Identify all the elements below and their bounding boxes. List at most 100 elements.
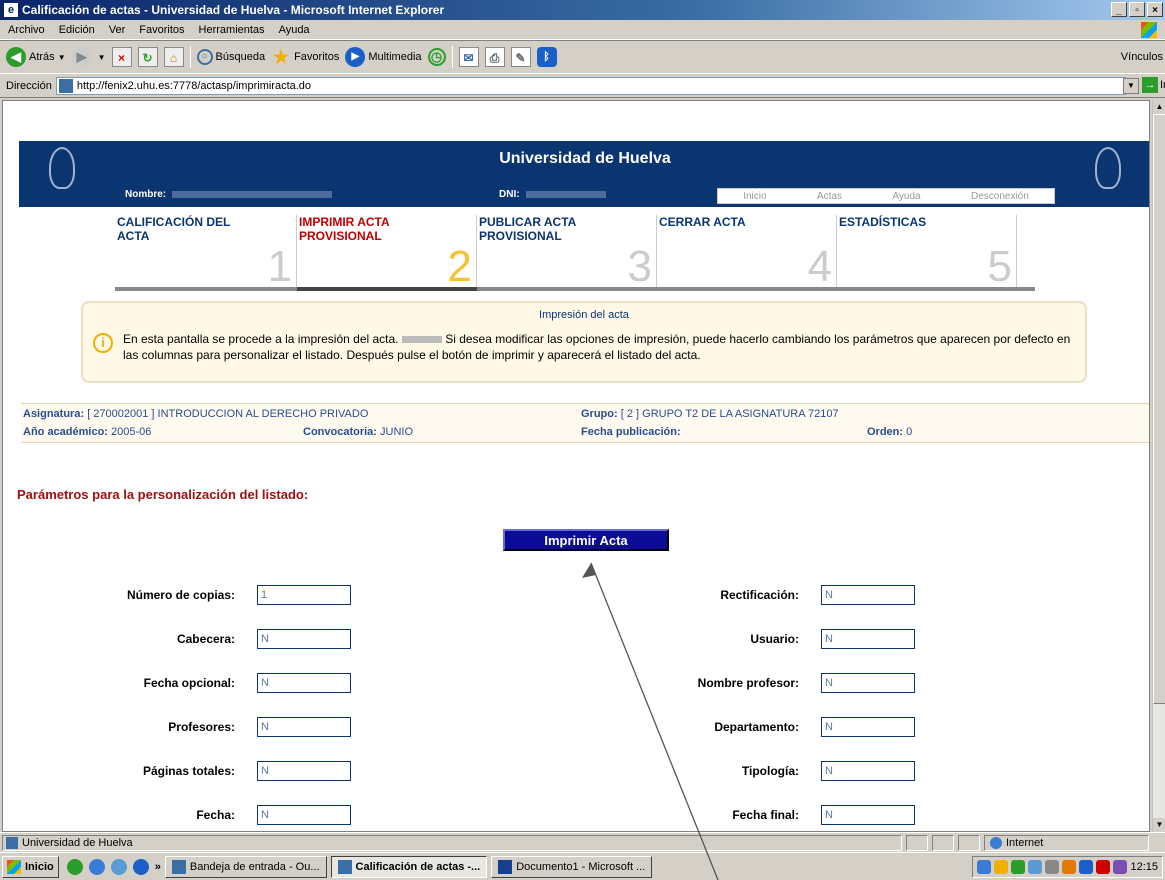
page-icon — [58, 78, 73, 93]
nav-desconexion[interactable]: Desconexión — [971, 191, 1029, 202]
multimedia-button[interactable]: ▶ Multimedia — [345, 47, 422, 67]
nav-actas[interactable]: Actas — [817, 191, 842, 202]
scroll-up-icon[interactable]: ▲ — [1153, 100, 1165, 114]
menu-herramientas[interactable]: Herramientas — [199, 24, 265, 36]
fecha-input[interactable] — [257, 805, 351, 825]
tray-icon[interactable] — [1113, 860, 1128, 874]
quicklaunch-icon[interactable] — [110, 858, 127, 875]
menu-ayuda[interactable]: Ayuda — [279, 24, 310, 36]
status-pane — [958, 835, 980, 851]
back-button[interactable]: ◀ Atrás ▼ — [6, 47, 66, 67]
vertical-scrollbar[interactable]: ▲ ▼ — [1152, 100, 1165, 832]
site-header: Universidad de Huelva Nombre: DNI: Inici… — [19, 141, 1149, 207]
print-acta-button[interactable]: Imprimir Acta — [503, 529, 669, 551]
minimize-button[interactable]: _ — [1111, 2, 1127, 17]
user-dni: DNI: — [499, 189, 606, 200]
numero-copias-input[interactable] — [257, 585, 351, 605]
menu-edicion[interactable]: Edición — [59, 24, 95, 36]
params-form-right: Rectificación: Usuario: Nombre profesor:… — [599, 585, 1099, 825]
forward-button[interactable]: ▶ — [71, 47, 92, 67]
tray-icon[interactable] — [1096, 860, 1111, 874]
step-label: ESTADÍSTICAS — [839, 215, 927, 229]
browser-toolbar: ◀ Atrás ▼ ▶ ▼ × ↻ ⌂ ○ Búsqueda ★ Favorit… — [0, 40, 1165, 74]
fecha-opcional-input[interactable] — [257, 673, 351, 693]
profesores-input[interactable] — [257, 717, 351, 737]
tray-icon[interactable] — [1011, 860, 1026, 874]
step-imprimir[interactable]: IMPRIMIR ACTA PROVISIONAL 2 — [297, 215, 477, 289]
quicklaunch-icon[interactable] — [88, 858, 105, 875]
step-publicar[interactable]: PUBLICAR ACTA PROVISIONAL 3 — [477, 215, 657, 289]
university-title: Universidad de Huelva — [499, 150, 671, 167]
refresh-button[interactable]: ↻ — [137, 47, 158, 67]
tipologia-input[interactable] — [821, 761, 915, 781]
nav-inicio[interactable]: Inicio — [743, 191, 766, 202]
multimedia-icon: ▶ — [345, 47, 366, 67]
departamento-input[interactable] — [821, 717, 915, 737]
step-number: 2 — [447, 242, 472, 291]
search-label: Búsqueda — [215, 51, 266, 63]
form-label: Páginas totales: — [142, 764, 235, 778]
address-input[interactable]: http://fenix2.uhu.es:7778/actasp/imprimi… — [55, 76, 1126, 95]
paginas-totales-input[interactable] — [257, 761, 351, 781]
menu-ver[interactable]: Ver — [109, 24, 126, 36]
step-cerrar[interactable]: CERRAR ACTA 4 — [657, 215, 837, 289]
cabecera-input[interactable] — [257, 629, 351, 649]
tray-icon[interactable] — [1045, 860, 1060, 874]
nombre-profesor-input[interactable] — [821, 673, 915, 693]
page-content: Universidad de Huelva Nombre: DNI: Inici… — [2, 100, 1150, 832]
scroll-thumb[interactable] — [1153, 114, 1165, 704]
bluetooth-icon[interactable]: ᛒ — [536, 47, 557, 67]
favorites-button[interactable]: ★ Favoritos — [271, 47, 339, 67]
maximize-button[interactable]: ▫ — [1129, 2, 1145, 17]
clock: 12:15 — [1130, 861, 1158, 873]
menu-favoritos[interactable]: Favoritos — [139, 24, 184, 36]
task-word[interactable]: Documento1 - Microsoft ... — [491, 855, 653, 878]
convocatoria-field: Convocatoria: JUNIO — [303, 426, 414, 438]
toolbar-separator — [189, 46, 191, 68]
forward-dropdown-icon[interactable]: ▼ — [98, 53, 106, 62]
ie-icon[interactable] — [132, 858, 149, 875]
chevron-icon[interactable]: » — [155, 861, 161, 873]
links-label[interactable]: Vínculos — [1121, 51, 1163, 63]
status-text: Universidad de Huelva — [6, 836, 133, 849]
tray-icon[interactable] — [1079, 860, 1094, 874]
page-icon — [6, 836, 18, 849]
go-button[interactable]: → Ir — [1142, 77, 1165, 93]
form-label: Nombre profesor: — [697, 676, 799, 690]
window-titlebar: e Calificación de actas - Universidad de… — [0, 0, 1165, 20]
ie-icon — [337, 859, 352, 874]
menu-archivo[interactable]: Archivo — [8, 24, 45, 36]
usuario-input[interactable] — [821, 629, 915, 649]
step-calificacion[interactable]: CALIFICACIÓN DEL ACTA 1 — [115, 215, 297, 289]
step-number: 3 — [627, 242, 652, 291]
scroll-down-icon[interactable]: ▼ — [1153, 818, 1165, 832]
start-button[interactable]: Inicio — [2, 855, 59, 878]
print-icon[interactable]: ⎙ — [484, 47, 505, 67]
fecha-final-input[interactable] — [821, 805, 915, 825]
rectificacion-input[interactable] — [821, 585, 915, 605]
window-title: Calificación de actas - Universidad de H… — [22, 3, 445, 17]
tray-icon[interactable] — [1028, 860, 1043, 874]
form-label: Profesores: — [168, 720, 235, 734]
windows-logo-icon — [1141, 22, 1157, 38]
quicklaunch-icon[interactable] — [66, 858, 83, 875]
task-ie[interactable]: Calificación de actas -... — [330, 855, 488, 878]
step-estadisticas[interactable]: ESTADÍSTICAS 5 — [837, 215, 1017, 289]
tray-icon[interactable] — [994, 860, 1009, 874]
address-dropdown-icon[interactable]: ▼ — [1123, 78, 1139, 94]
status-bar: Universidad de Huelva Internet — [0, 832, 1165, 852]
history-icon[interactable]: ◷ — [427, 48, 446, 66]
word-icon — [498, 859, 513, 874]
search-button[interactable]: ○ Búsqueda — [196, 49, 266, 65]
edit-icon[interactable]: ✎ — [510, 47, 531, 67]
home-button[interactable]: ⌂ — [163, 47, 184, 67]
task-outlook[interactable]: Bandeja de entrada - Ou... — [164, 855, 327, 878]
close-button[interactable]: × — [1147, 2, 1163, 17]
tray-icon[interactable] — [1062, 860, 1077, 874]
mail-icon[interactable]: ✉ — [458, 47, 479, 67]
stop-button[interactable]: × — [111, 47, 132, 67]
form-label: Rectificación: — [720, 588, 799, 602]
nav-ayuda[interactable]: Ayuda — [892, 191, 920, 202]
star-icon: ★ — [273, 47, 290, 67]
tray-icon[interactable] — [977, 860, 992, 874]
